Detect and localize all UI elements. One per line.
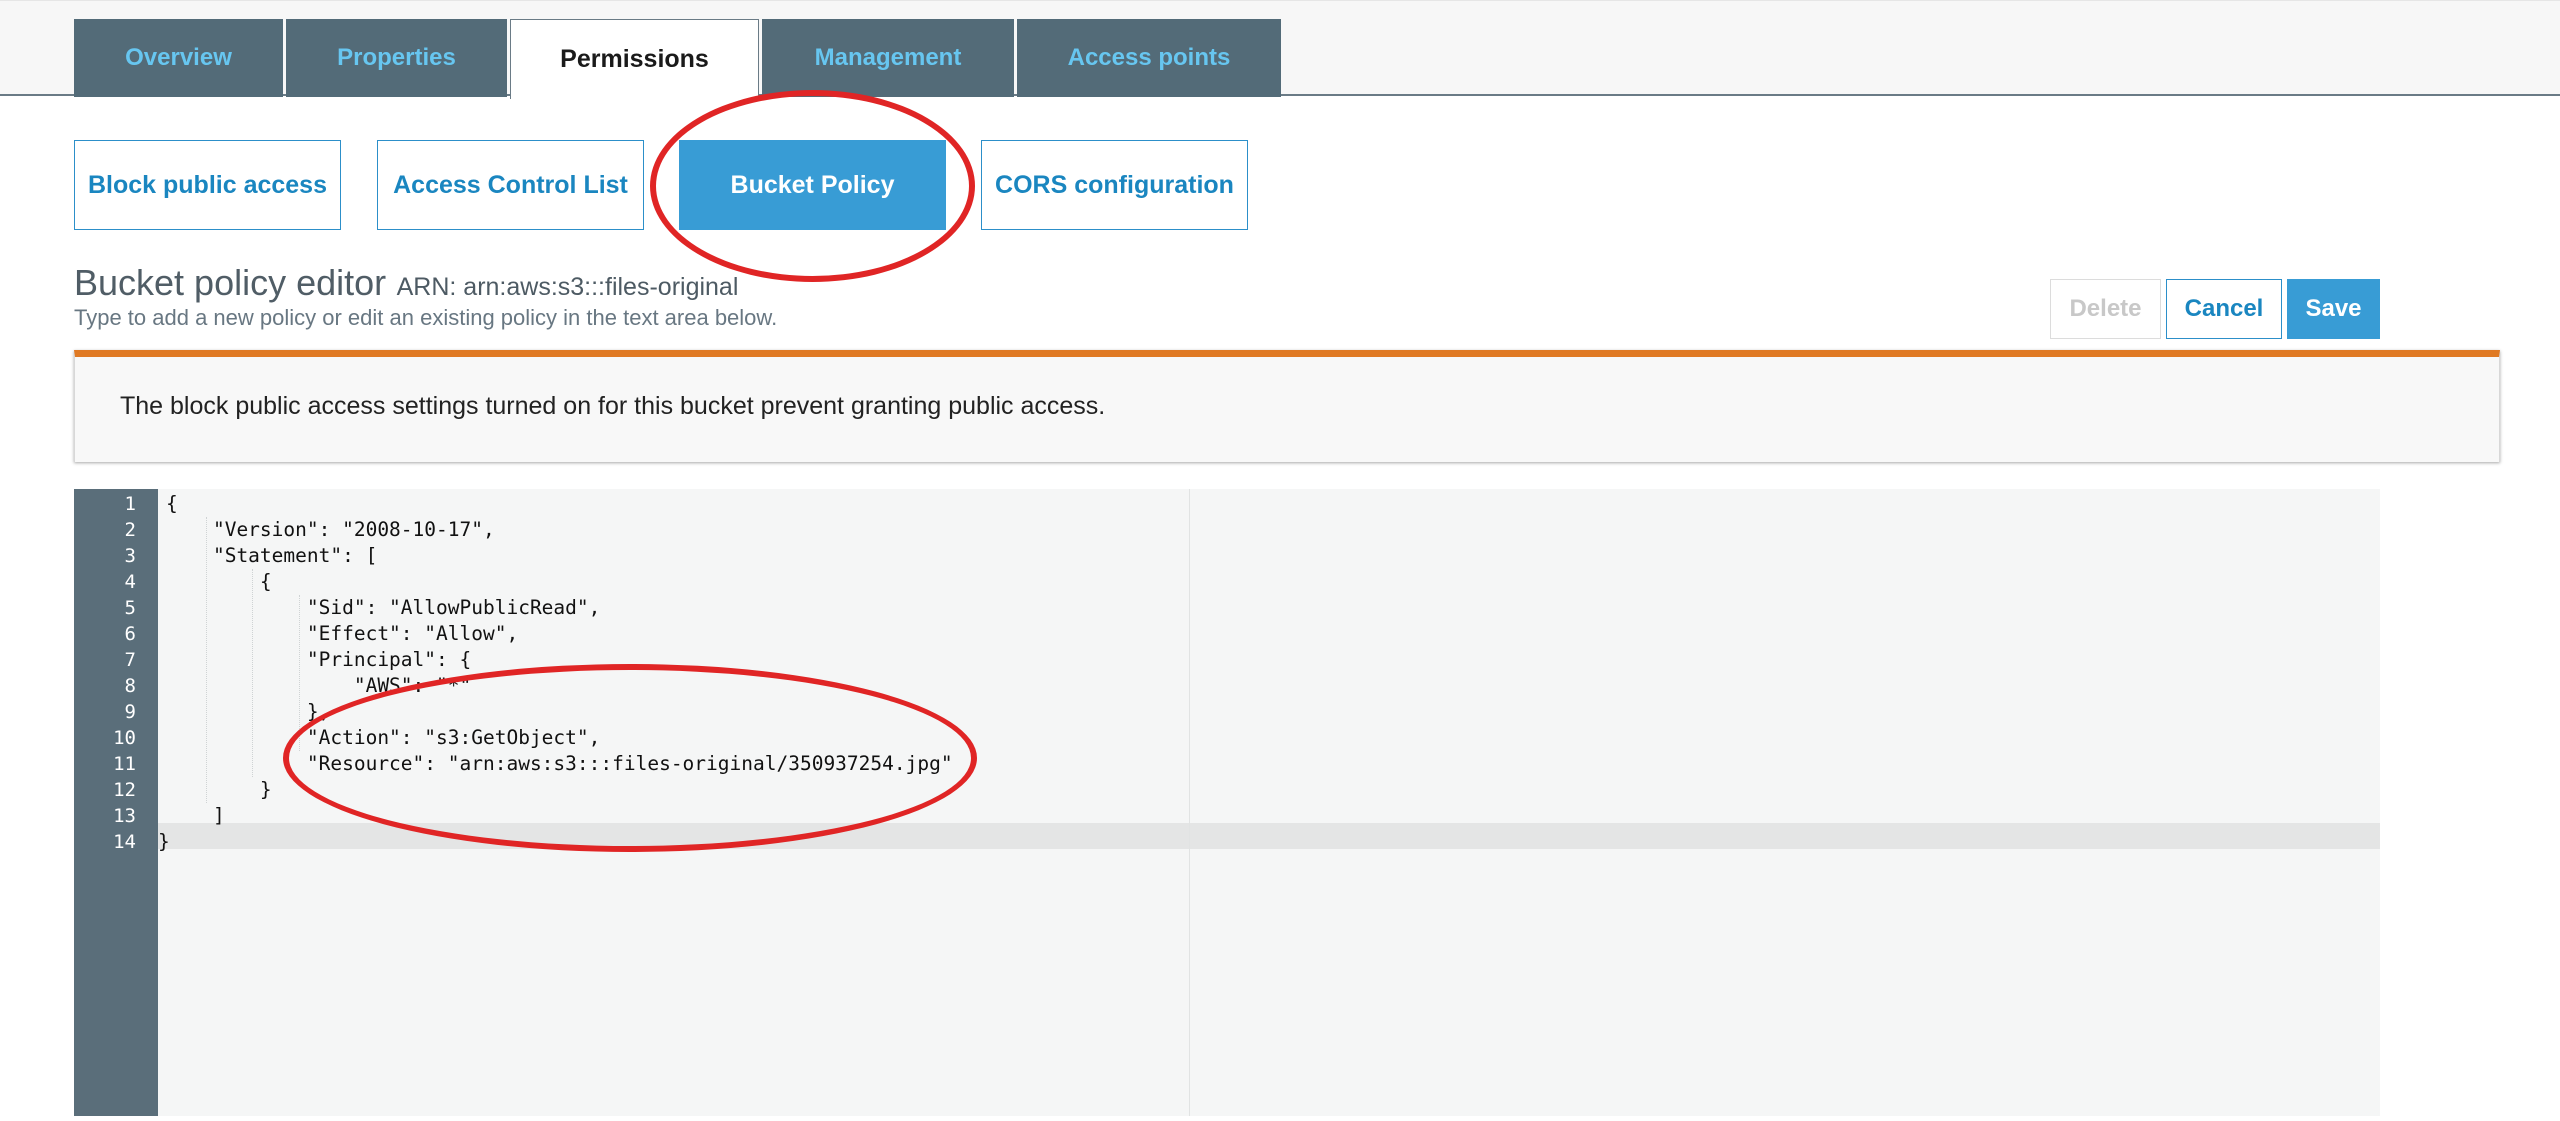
line-number: 5 [124, 597, 136, 619]
tab-list: Overview Properties Permissions Manageme… [74, 19, 1281, 99]
editor-instructions: Type to add a new policy or edit an exis… [74, 305, 778, 330]
page-title: Bucket policy editor [74, 262, 387, 303]
line-number: 13 [113, 805, 136, 827]
bucket-arn: ARN: arn:aws:s3:::files-original [396, 273, 739, 301]
code-line: "Resource": "arn:aws:s3:::files-original… [166, 752, 953, 775]
tab-management[interactable]: Management [762, 19, 1014, 97]
code-line: "AWS": "*" [166, 674, 472, 697]
line-number: 9 [124, 701, 136, 723]
tab-overview[interactable]: Overview [74, 19, 283, 97]
line-number: 6 [124, 623, 136, 645]
code-line: { [166, 492, 178, 515]
alert-message: The block public access settings turned … [120, 392, 1106, 420]
line-number: 2 [124, 519, 136, 541]
line-number: 7 [124, 649, 136, 671]
policy-code-editor[interactable]: 1 2 3 4 5 6 7 8 9 10 11 12 13 14 { "Vers… [74, 489, 2380, 1116]
code-line: "Effect": "Allow", [166, 622, 519, 645]
code-line: "Principal": { [166, 648, 472, 671]
code-line: } [158, 830, 170, 853]
code-line: "Action": "s3:GetObject", [166, 726, 601, 749]
line-number: 4 [124, 571, 136, 593]
code-line: }, [166, 700, 331, 723]
tab-permissions[interactable]: Permissions [510, 19, 759, 99]
line-number: 11 [113, 753, 136, 775]
warning-alert: The block public access settings turned … [74, 350, 2500, 462]
code-line: "Sid": "AllowPublicRead", [166, 596, 601, 619]
line-number-gutter: 1 2 3 4 5 6 7 8 9 10 11 12 13 14 [74, 489, 158, 1116]
subtab-block-public-access[interactable]: Block public access [74, 140, 341, 230]
line-number: 14 [113, 831, 136, 853]
subtab-cors-configuration[interactable]: CORS configuration [981, 140, 1248, 230]
cancel-button[interactable]: Cancel [2166, 279, 2282, 339]
line-number: 8 [124, 675, 136, 697]
line-number: 1 [124, 493, 136, 515]
tab-properties[interactable]: Properties [286, 19, 507, 97]
save-button[interactable]: Save [2287, 279, 2380, 339]
code-line: ] [166, 804, 225, 827]
code-text-area[interactable]: { "Version": "2008-10-17", "Statement": … [158, 489, 2380, 1116]
print-margin [1189, 489, 1190, 1116]
code-line: { [166, 570, 272, 593]
line-number: 3 [124, 545, 136, 567]
active-line-highlight [158, 823, 2380, 849]
editor-heading: Bucket policy editor ARN: arn:aws:s3:::f… [74, 262, 738, 304]
delete-button[interactable]: Delete [2050, 279, 2161, 339]
tab-access-points[interactable]: Access points [1017, 19, 1281, 97]
code-line: } [166, 778, 272, 801]
line-number: 10 [113, 727, 136, 749]
line-number: 12 [113, 779, 136, 801]
code-line: "Statement": [ [166, 544, 378, 567]
code-line: "Version": "2008-10-17", [166, 518, 495, 541]
subtab-bucket-policy[interactable]: Bucket Policy [679, 140, 946, 230]
top-tab-bar: Overview Properties Permissions Manageme… [0, 0, 2560, 99]
subtab-access-control-list[interactable]: Access Control List [377, 140, 644, 230]
